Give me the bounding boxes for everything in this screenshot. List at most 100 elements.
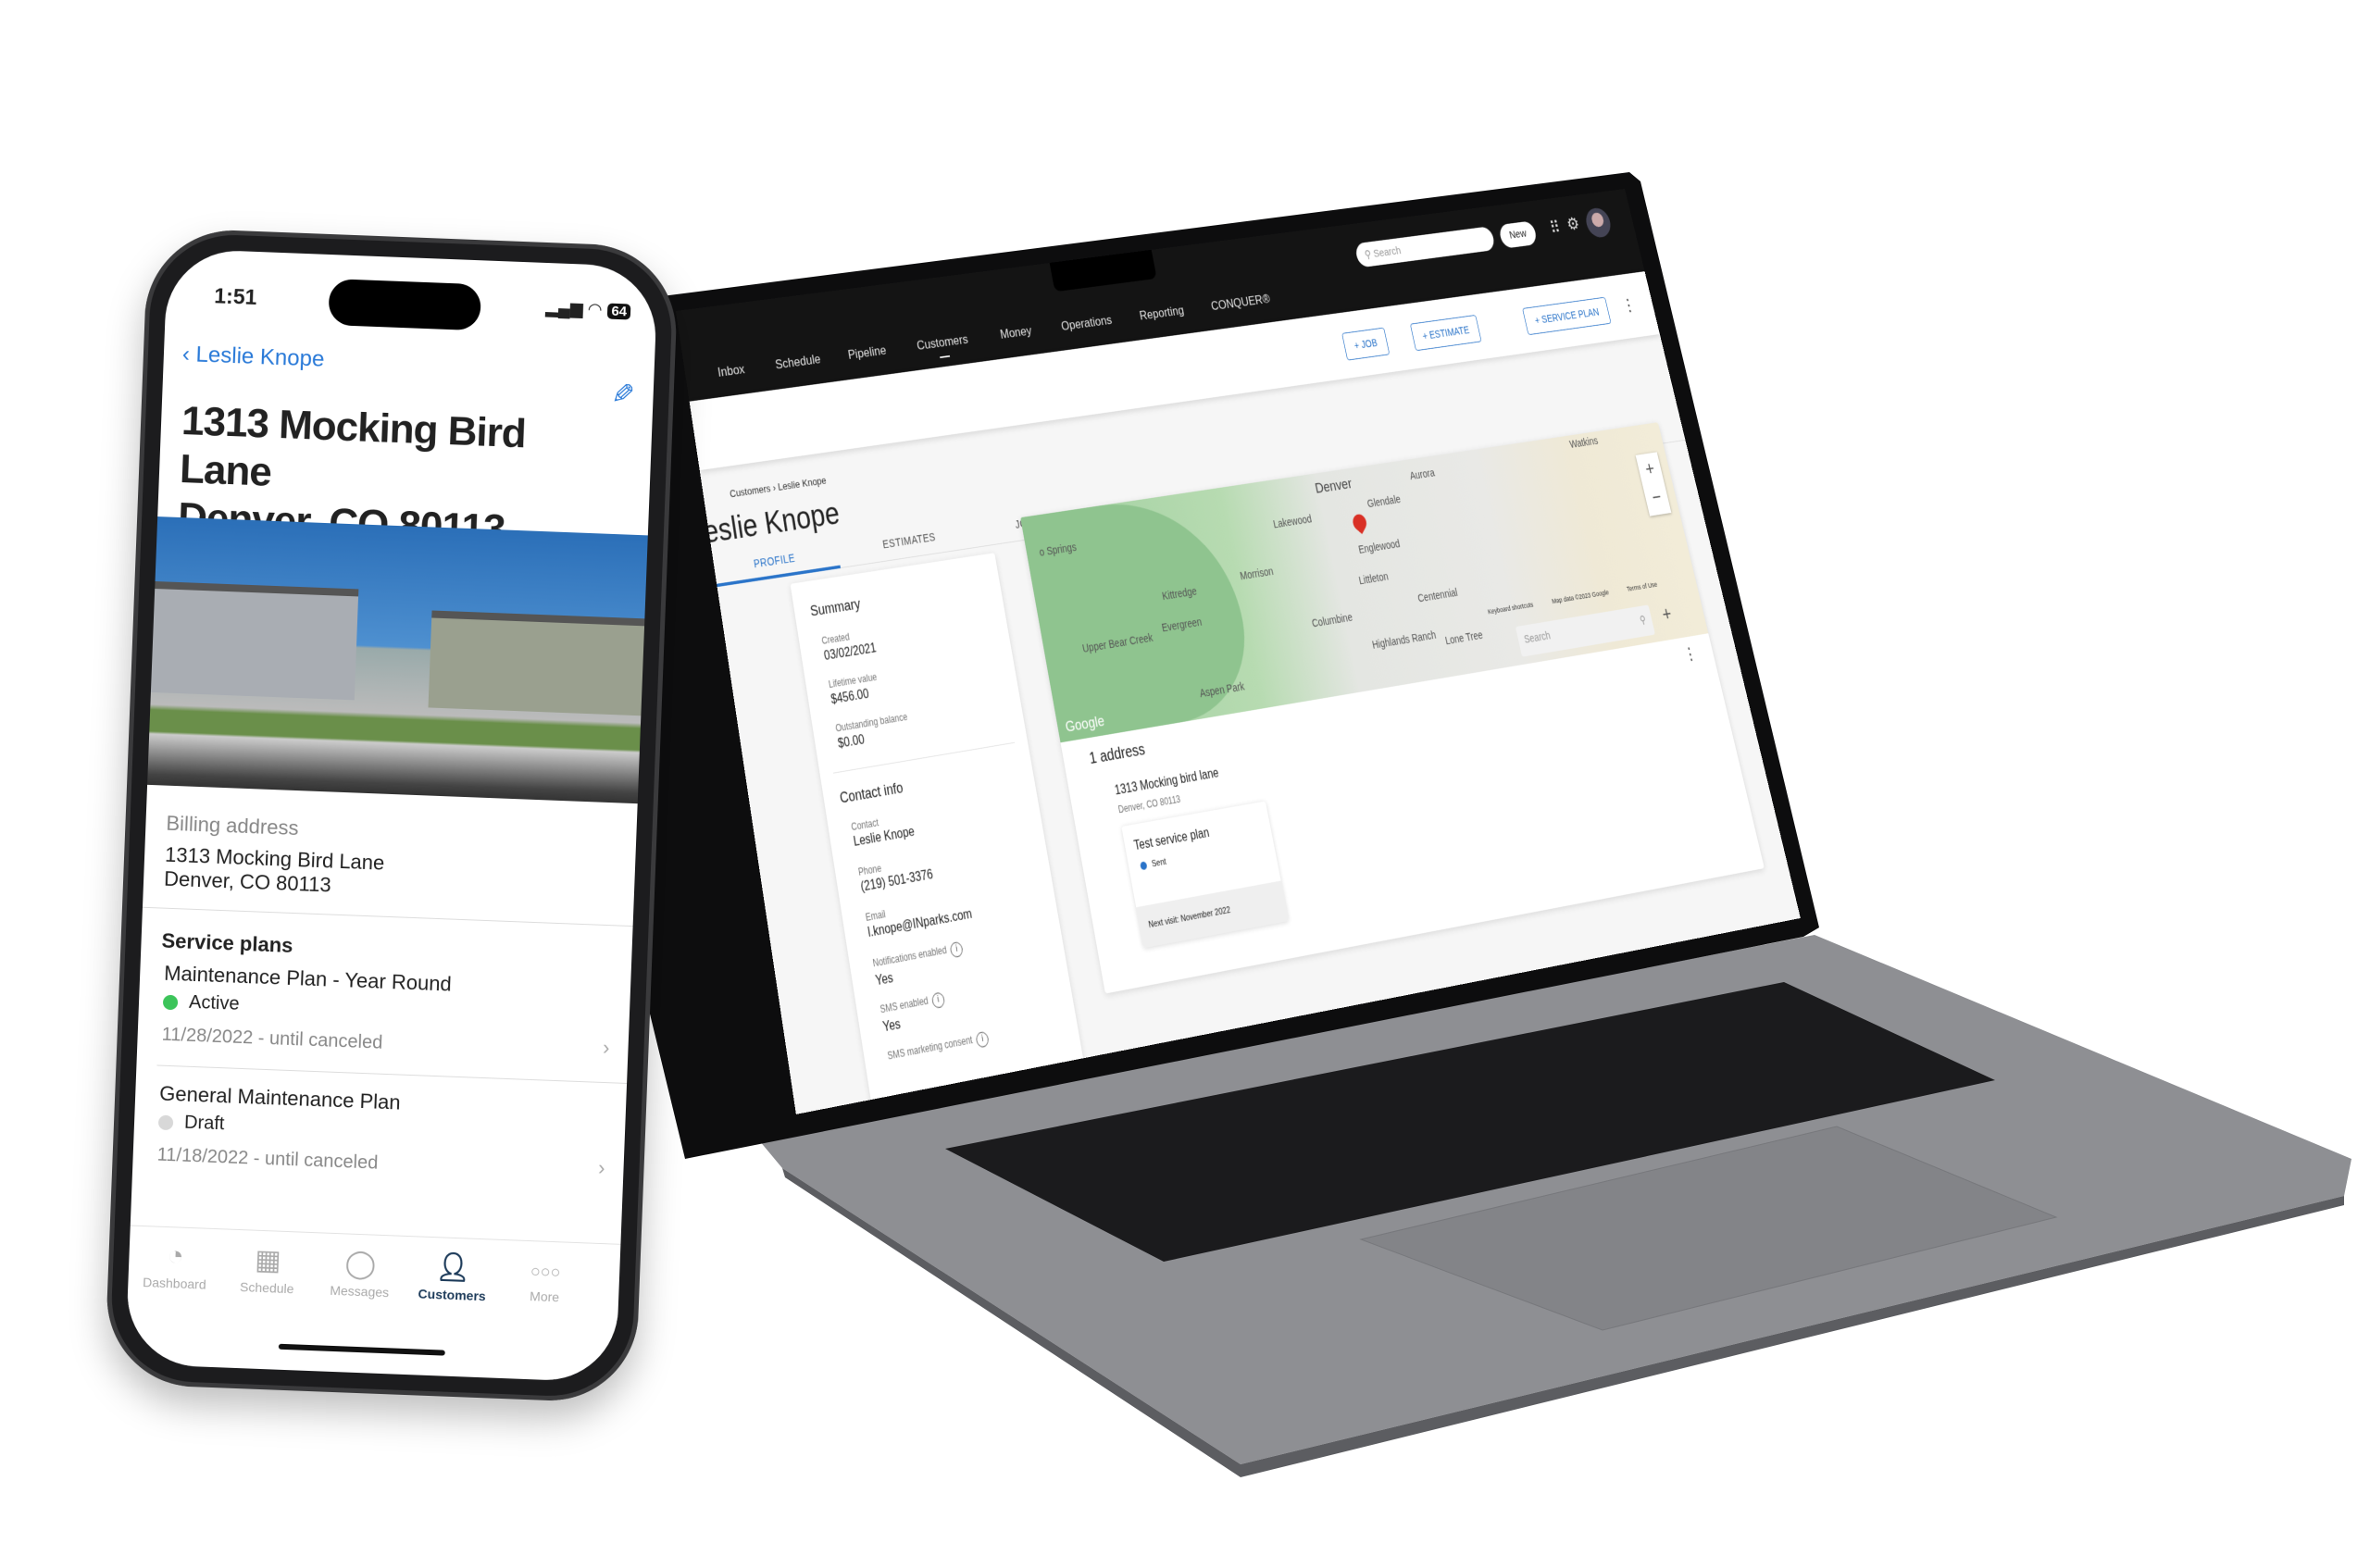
- address-count: 1 address: [1088, 740, 1146, 768]
- wifi-icon: ◠: [587, 300, 602, 319]
- chat-bubble-icon: ◯: [314, 1246, 407, 1282]
- info-icon[interactable]: i: [931, 991, 946, 1009]
- plan-dates: 11/28/2022 - until canceled: [161, 1025, 382, 1054]
- email-label: Email: [865, 908, 886, 923]
- status-dot: [1140, 861, 1147, 870]
- chevron-right-icon: ›: [603, 1036, 610, 1060]
- plan-status: Active: [189, 992, 240, 1014]
- map-label: Morrison: [1239, 565, 1274, 582]
- add-estimate-button[interactable]: + ESTIMATE: [1410, 315, 1482, 351]
- more-options-icon[interactable]: ⋮: [1620, 294, 1639, 317]
- status-icons: ▂▄▆ ◠ 64: [545, 298, 631, 321]
- map-label: Englewood: [1357, 537, 1401, 555]
- address-search-placeholder: Search: [1523, 629, 1552, 646]
- map-label: Centennial: [1416, 586, 1458, 604]
- nav-pipeline[interactable]: Pipeline: [847, 342, 888, 363]
- summary-heading: Summary: [809, 596, 862, 620]
- edit-pencil-icon[interactable]: ✎: [605, 380, 638, 404]
- back-button[interactable]: ‹ Leslie Knope: [181, 342, 324, 373]
- gauge-icon: ◔: [129, 1238, 222, 1274]
- service-plans-heading: Service plans: [161, 929, 293, 958]
- keyboard-shortcuts-link[interactable]: Keyboard shortcuts: [1487, 601, 1534, 616]
- map-label: Columbine: [1311, 611, 1353, 629]
- tab-more[interactable]: ○○○ More: [498, 1253, 592, 1306]
- gear-icon[interactable]: ⚙: [1565, 214, 1581, 235]
- add-job-button[interactable]: + JOB: [1341, 328, 1390, 361]
- new-button[interactable]: New: [1498, 220, 1538, 248]
- apps-grid-icon[interactable]: ⠿: [1548, 218, 1563, 239]
- map-label: Lakewood: [1272, 513, 1313, 530]
- status-time: 1:51: [214, 283, 257, 310]
- tab-customers[interactable]: 👤︎ Customers: [405, 1250, 500, 1304]
- billing-label: Billing address: [166, 812, 299, 840]
- nav-operations[interactable]: Operations: [1060, 313, 1113, 334]
- map-data-text: Map data ©2023 Google: [1551, 589, 1609, 605]
- sms-value: Yes: [882, 1017, 902, 1036]
- created-label: Created: [821, 631, 851, 647]
- lifetime-value: $456.00: [830, 687, 870, 707]
- calendar-icon: ▦: [221, 1242, 315, 1278]
- nav-customers[interactable]: Customers: [916, 332, 969, 354]
- address-line-1: 1313 Mocking Bird Lane: [179, 397, 627, 510]
- sms-marketing-label: SMS marketing consent: [887, 1034, 974, 1062]
- phone-label: Phone: [857, 863, 882, 878]
- service-plan-card[interactable]: Test service plan Sent Next visit: Novem…: [1121, 802, 1289, 949]
- tab-dashboard[interactable]: ◔ Dashboard: [128, 1238, 222, 1292]
- nav-inbox[interactable]: Inbox: [717, 362, 745, 380]
- notifications-label: Notifications enabled: [872, 944, 948, 969]
- tab-estimates[interactable]: ESTIMATES: [881, 530, 936, 551]
- terms-link[interactable]: Terms of Use: [1626, 580, 1658, 592]
- search-icon: ⚲: [1639, 613, 1648, 627]
- sms-label: SMS enabled: [879, 995, 929, 1015]
- battery-icon: 64: [607, 304, 630, 320]
- map[interactable]: o Springs Denver Aurora Lakewood Glendal…: [1020, 422, 1708, 742]
- plan-status: Draft: [184, 1113, 225, 1135]
- info-icon[interactable]: i: [976, 1031, 991, 1049]
- status-dot: [158, 1114, 174, 1130]
- service-plan-item[interactable]: General Maintenance Plan Draft 11/18/202…: [132, 1081, 627, 1201]
- tab-label: Messages: [330, 1283, 389, 1300]
- service-plan-status: Sent: [1151, 857, 1166, 869]
- divider: [143, 907, 633, 927]
- house-left: [151, 581, 358, 700]
- tab-label: Customers: [418, 1286, 486, 1303]
- breadcrumb[interactable]: Customers › Leslie Knope: [729, 474, 827, 499]
- map-zoom-control[interactable]: + −: [1636, 452, 1672, 516]
- chevron-left-icon: ‹: [181, 342, 196, 367]
- map-label: Lone Tree: [1444, 628, 1484, 647]
- balance-value: $0.00: [837, 733, 866, 752]
- addresses-card: o Springs Denver Aurora Lakewood Glendal…: [1020, 422, 1765, 993]
- avatar[interactable]: [1583, 206, 1613, 239]
- page-title: Leslie Knope: [687, 496, 842, 553]
- tab-schedule[interactable]: ▦ Schedule: [220, 1242, 315, 1297]
- nav-reporting[interactable]: Reporting: [1139, 303, 1186, 323]
- zoom-out-icon[interactable]: −: [1642, 481, 1671, 514]
- balance-label: Outstanding balance: [835, 711, 908, 734]
- nav-money[interactable]: Money: [999, 323, 1033, 342]
- more-dots-icon: ○○○: [499, 1261, 592, 1284]
- contact-heading: Contact info: [839, 779, 904, 807]
- service-plan-item[interactable]: Maintenance Plan - Year Round Active 11/…: [137, 961, 631, 1081]
- map-label: Littleton: [1358, 570, 1390, 587]
- info-icon[interactable]: i: [950, 941, 964, 958]
- signal-icon: ▂▄▆: [545, 298, 583, 318]
- more-options-icon[interactable]: ⋮: [1681, 643, 1699, 665]
- phone-screen: 1:51 ▂▄▆ ◠ 64 ‹ Leslie Knope ✎ 1313 Mocki…: [125, 248, 658, 1382]
- map-label: Watkins: [1568, 434, 1599, 450]
- person-icon: 👤︎: [406, 1250, 500, 1286]
- tab-profile[interactable]: PROFILE: [753, 552, 796, 570]
- tab-messages[interactable]: ◯ Messages: [313, 1246, 407, 1300]
- zoom-in-icon[interactable]: +: [1636, 452, 1664, 484]
- chevron-right-icon: ›: [598, 1156, 605, 1180]
- tab-label: Schedule: [240, 1279, 294, 1296]
- address-street[interactable]: 1313 Mocking bird lane: [1114, 766, 1220, 799]
- search-input[interactable]: ⚲ Search: [1354, 226, 1496, 268]
- lifetime-label: Lifetime value: [828, 671, 878, 690]
- nav-conquer[interactable]: CONQUER®: [1210, 292, 1271, 314]
- search-placeholder: Search: [1372, 244, 1402, 260]
- nav-schedule[interactable]: Schedule: [774, 352, 821, 373]
- add-service-plan-button[interactable]: + SERVICE PLAN: [1522, 297, 1611, 335]
- map-pin-icon[interactable]: [1351, 511, 1369, 534]
- map-label: Aurora: [1409, 467, 1436, 482]
- status-dot: [163, 994, 179, 1010]
